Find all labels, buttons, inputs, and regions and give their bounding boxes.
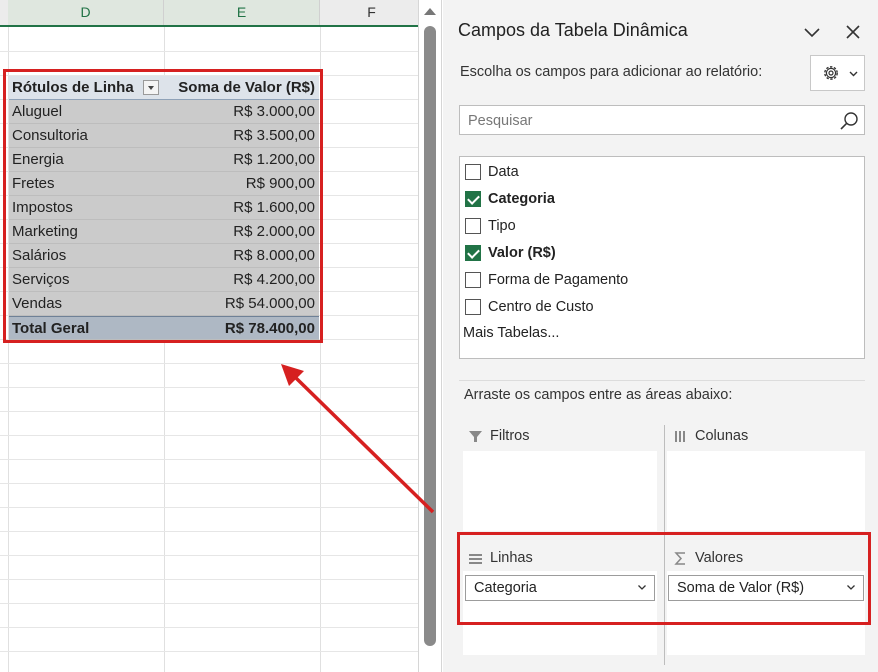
scrollbar-thumb[interactable]	[424, 26, 436, 646]
filters-label: Filtros	[490, 428, 530, 444]
field-checkbox[interactable]	[465, 245, 481, 261]
column-header-d[interactable]: D	[8, 0, 164, 25]
grid-line	[0, 651, 418, 652]
chevron-down-icon	[849, 71, 858, 77]
column-header-f[interactable]: F	[320, 0, 418, 25]
pivot-highlight-box	[3, 69, 323, 343]
columns-drop-area[interactable]	[667, 451, 865, 531]
columns-icon	[675, 431, 685, 442]
grid-line	[0, 555, 418, 556]
field-list: Data Categoria Tipo Valor (R$) Forma de …	[459, 156, 865, 359]
filter-icon	[469, 431, 482, 442]
filters-drop-area[interactable]	[463, 451, 657, 531]
grid-line	[0, 51, 418, 52]
areas-highlight-box	[457, 532, 871, 625]
column-headers: D E F	[0, 0, 418, 27]
gear-icon	[824, 66, 838, 80]
columns-area-header: Colunas	[669, 425, 864, 447]
filters-area-header: Filtros	[464, 425, 659, 447]
grid-line	[0, 483, 418, 484]
search-box[interactable]	[459, 105, 865, 135]
scroll-up-icon[interactable]	[424, 8, 436, 15]
field-label: Tipo	[488, 218, 516, 234]
grid-line	[0, 507, 418, 508]
grid-line	[0, 531, 418, 532]
field-label: Valor (R$)	[488, 245, 556, 261]
grid-line	[0, 387, 418, 388]
pane-subtitle: Escolha os campos para adicionar ao rela…	[460, 64, 763, 80]
grid-line	[0, 579, 418, 580]
columns-label: Colunas	[695, 428, 749, 444]
field-label: Categoria	[488, 191, 555, 207]
field-checkbox[interactable]	[465, 272, 481, 288]
divider	[459, 380, 865, 381]
more-tables-link[interactable]: Mais Tabelas...	[463, 325, 559, 341]
search-input[interactable]	[466, 110, 830, 132]
field-label: Centro de Custo	[488, 299, 594, 315]
drag-instructions: Arraste os campos entre as áreas abaixo:	[464, 387, 733, 403]
column-header-e[interactable]: E	[164, 0, 320, 25]
chevron-down-icon[interactable]	[803, 24, 821, 42]
search-icon[interactable]	[838, 110, 860, 132]
grid-line	[0, 363, 418, 364]
close-icon[interactable]	[843, 22, 863, 42]
field-label: Data	[488, 164, 519, 180]
grid-line	[0, 603, 418, 604]
field-checkbox[interactable]	[465, 191, 481, 207]
grid-line	[0, 627, 418, 628]
grid-line	[0, 411, 418, 412]
spreadsheet[interactable]: D E F Rótulos de Linha Soma de Valor (R$…	[0, 0, 418, 672]
field-checkbox[interactable]	[465, 299, 481, 315]
tools-button[interactable]	[810, 55, 865, 91]
field-label: Forma de Pagamento	[488, 272, 629, 288]
vertical-scrollbar[interactable]	[418, 0, 442, 672]
pane-title: Campos da Tabela Dinâmica	[458, 20, 688, 40]
field-checkbox[interactable]	[465, 164, 481, 180]
grid-line	[0, 459, 418, 460]
grid-line	[0, 435, 418, 436]
field-checkbox[interactable]	[465, 218, 481, 234]
